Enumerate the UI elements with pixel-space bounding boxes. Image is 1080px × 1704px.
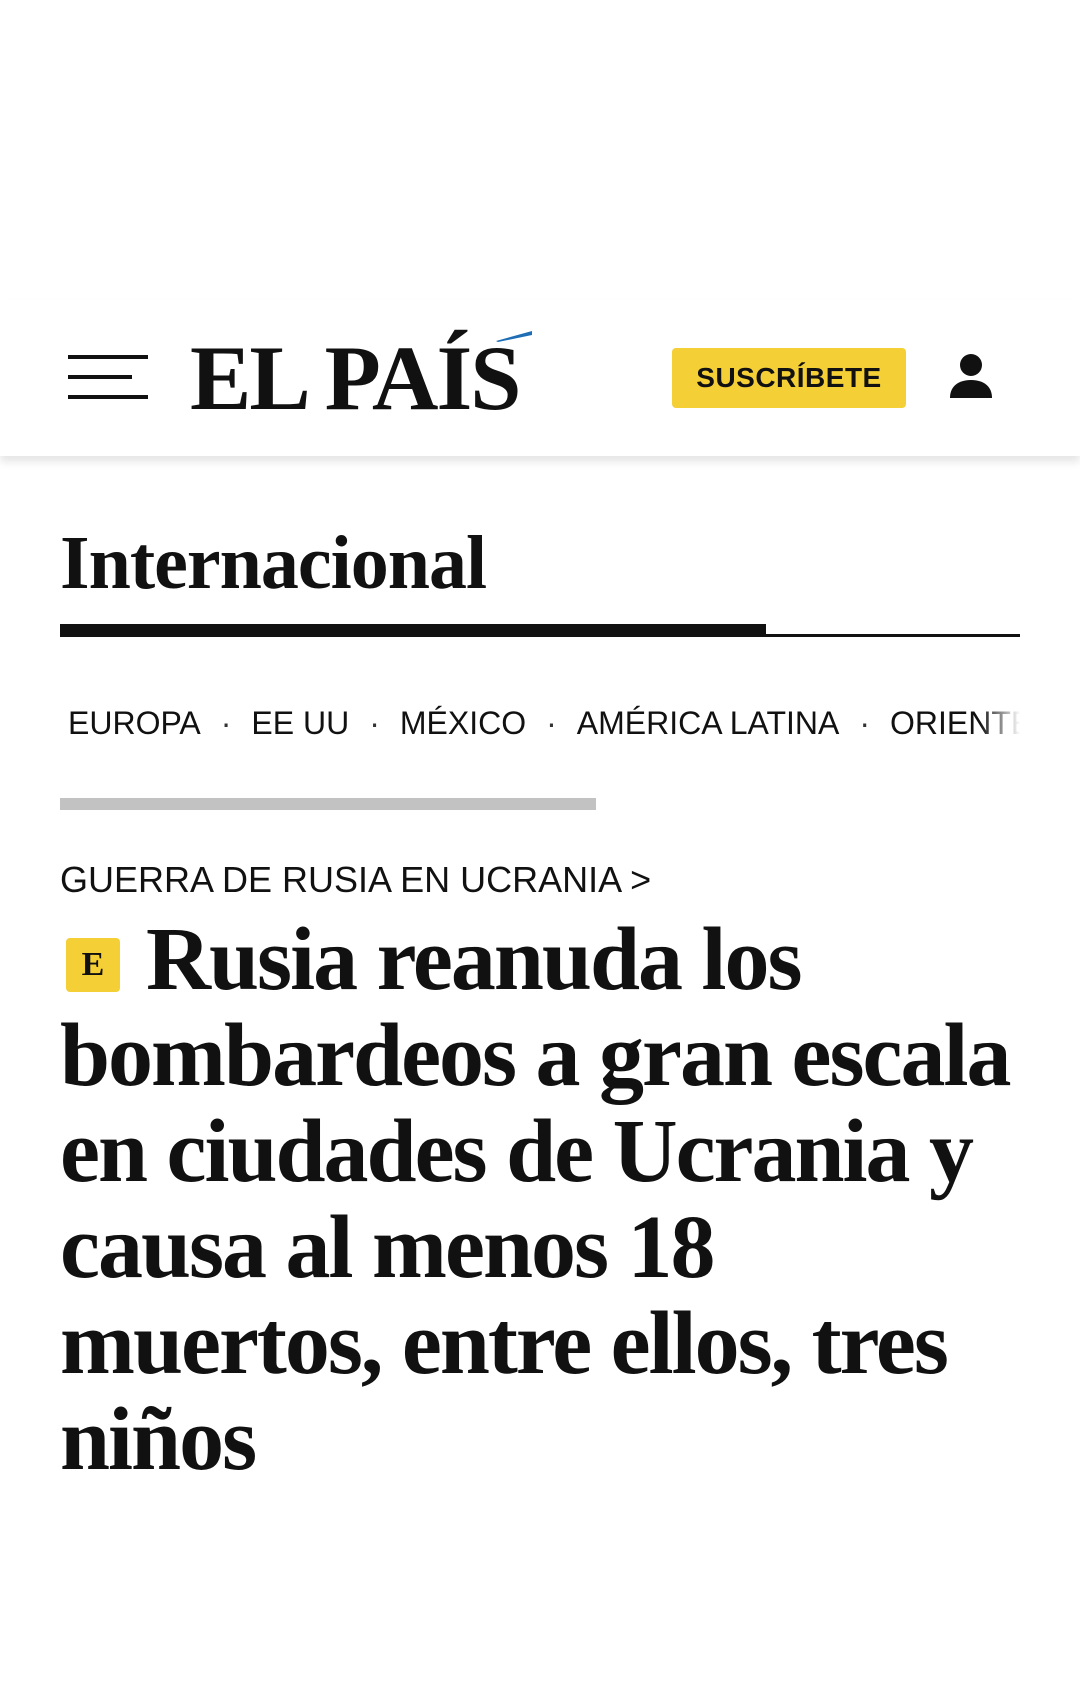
exclusive-badge-icon: E bbox=[66, 938, 120, 992]
subnav-separator: · bbox=[546, 705, 557, 741]
section-divider-accent bbox=[60, 624, 766, 636]
section-title[interactable]: Internacional bbox=[60, 518, 487, 608]
subnav-fade bbox=[980, 698, 1020, 748]
page: EL PAÍS SUSCRÍBETE Internacional EUROPA ·… bbox=[0, 0, 1080, 1704]
subnav-scrollbar[interactable] bbox=[60, 798, 596, 810]
section-subnav: EUROPA · EE UU · MÉXICO · AMÉRICA LATINA · ORIEN… bbox=[60, 698, 1020, 748]
user-account-icon[interactable] bbox=[948, 352, 994, 400]
subnav-item-mexico[interactable]: MÉXICO bbox=[392, 698, 534, 748]
article-kicker[interactable]: GUERRA DE RUSIA EN UCRANIA > bbox=[60, 858, 651, 902]
subnav-item-eeuu[interactable]: EE UU bbox=[243, 698, 357, 748]
logo-accent-mark bbox=[496, 331, 532, 342]
subscribe-button[interactable]: SUSCRÍBETE bbox=[672, 348, 906, 408]
subnav-item-europa[interactable]: EUROPA bbox=[60, 698, 209, 748]
logo-text: EL PAÍS bbox=[190, 327, 521, 429]
menu-icon[interactable] bbox=[68, 355, 148, 399]
subnav-separator: · bbox=[859, 705, 870, 741]
headline-text: Rusia reanuda los bombardeos a gran esca… bbox=[60, 910, 1011, 1489]
subnav-separator: · bbox=[220, 705, 232, 741]
site-logo[interactable]: EL PAÍS bbox=[190, 330, 590, 426]
ad-space bbox=[0, 0, 1080, 300]
article-headline[interactable]: E Rusia reanuda los bombardeos a gran esc… bbox=[60, 912, 1040, 1488]
site-header: EL PAÍS SUSCRÍBETE bbox=[0, 300, 1080, 456]
subnav-item-america-latina[interactable]: AMÉRICA LATINA bbox=[569, 698, 848, 748]
subnav-separator: · bbox=[369, 705, 380, 741]
